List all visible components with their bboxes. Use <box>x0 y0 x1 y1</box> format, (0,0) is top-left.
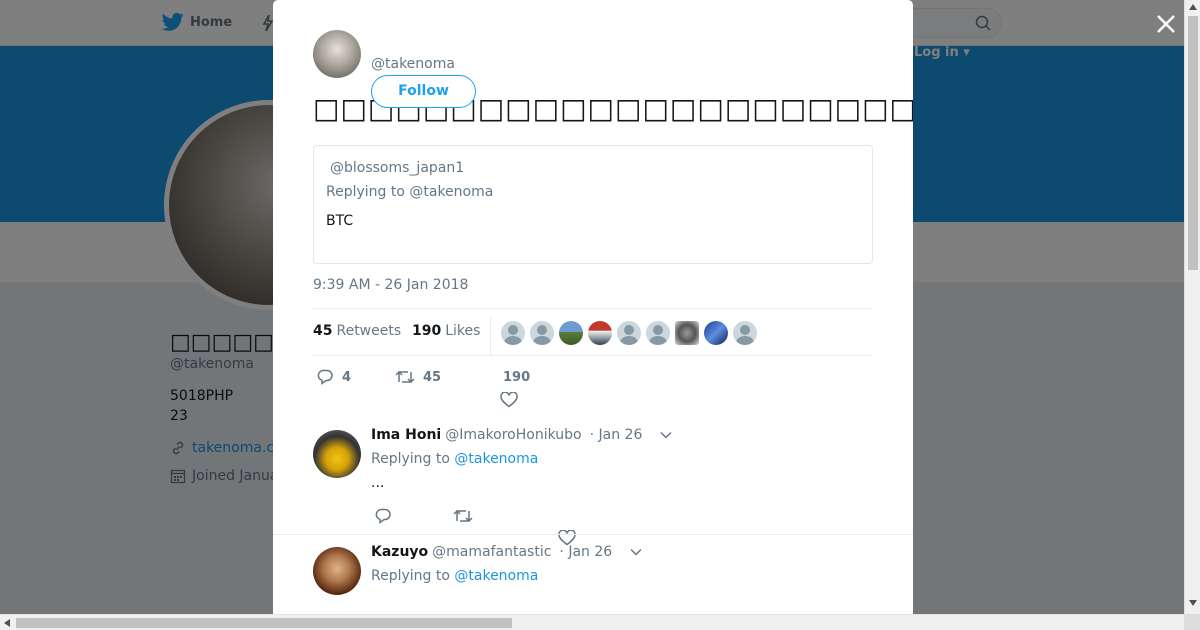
reply-avatar[interactable] <box>313 430 361 478</box>
reply-avatar[interactable] <box>313 547 361 595</box>
reply-author-username[interactable]: @mamafantastic <box>432 544 551 560</box>
quoted-tweet-text: BTC <box>326 213 354 229</box>
heart-icon[interactable] <box>500 392 518 408</box>
reply-replying-to: Replying to @takenoma <box>371 451 538 467</box>
retweet-icon <box>395 370 415 384</box>
retweets-count: 45 <box>313 323 333 339</box>
close-icon[interactable] <box>1154 12 1178 36</box>
reply-text: ... <box>371 475 385 491</box>
reply-replying-to: Replying to @takenoma <box>371 568 538 584</box>
scroll-up-arrow-icon[interactable] <box>1189 4 1197 10</box>
reply-header: Ima Honi @ImakoroHonikubo · Jan 26 <box>371 427 672 443</box>
liker-avatar[interactable] <box>617 321 641 345</box>
retweets-label: Retweets <box>336 323 402 339</box>
replying-to-link[interactable]: @takenoma <box>454 568 538 584</box>
likes-count: 190 <box>412 323 442 339</box>
liker-avatar[interactable] <box>704 321 728 345</box>
like-count[interactable]: 190 <box>503 370 530 385</box>
liker-avatar[interactable] <box>646 321 670 345</box>
quoted-tweet-handle: @blossoms_japan1 <box>330 160 465 176</box>
horizontal-scroll-thumb[interactable] <box>16 618 512 628</box>
likes-stat[interactable]: 190 Likes <box>412 323 480 339</box>
tweet-modal: @takenoma □□□□□□□□□□□□□□□□□□□□□□□□□□□□□□… <box>273 0 913 614</box>
retweet-count: 45 <box>423 369 442 385</box>
reply-action[interactable]: 4 <box>316 368 351 386</box>
replying-to-link[interactable]: @takenoma <box>454 451 538 467</box>
liker-avatar[interactable] <box>733 321 757 345</box>
vertical-scrollbar[interactable] <box>1184 0 1200 614</box>
follow-button[interactable]: Follow <box>371 75 476 108</box>
liker-avatars <box>501 321 757 345</box>
vertical-scroll-thumb[interactable] <box>1188 16 1198 270</box>
chevron-down-icon[interactable] <box>660 431 672 439</box>
chevron-down-icon[interactable] <box>630 548 642 556</box>
liker-avatar[interactable] <box>588 321 612 345</box>
tweet-author-avatar[interactable] <box>313 30 361 78</box>
replying-prefix: Replying to <box>371 568 450 584</box>
scroll-left-arrow-icon[interactable] <box>4 619 10 627</box>
likes-label: Likes <box>445 323 481 339</box>
reply-icon <box>317 369 333 385</box>
reply-time[interactable]: · Jan 26 <box>559 544 612 560</box>
retweets-stat[interactable]: 45 Retweets <box>313 323 401 339</box>
liker-avatar[interactable] <box>675 321 699 345</box>
reply-tweet[interactable]: Kazuyo @mamafantastic · Jan 26 Replying … <box>273 534 913 614</box>
reply-author-name[interactable]: Kazuyo <box>371 544 428 560</box>
tweet-actions: 4 45 190 <box>313 368 873 408</box>
quoted-tweet[interactable]: @blossoms_japan1 Replying to @takenoma B… <box>313 145 873 264</box>
reply-time[interactable]: · Jan 26 <box>590 427 643 443</box>
reply-count: 4 <box>342 369 352 385</box>
liker-avatar[interactable] <box>530 321 554 345</box>
tweet-author-handle[interactable]: @takenoma <box>371 56 455 72</box>
reply-icon[interactable] <box>374 507 392 525</box>
tweet-timestamp[interactable]: 9:39 AM - 26 Jan 2018 <box>313 277 468 293</box>
stats-divider <box>490 317 491 355</box>
reply-actions <box>371 507 671 546</box>
quoted-tweet-replying-to: Replying to @takenoma <box>326 184 494 200</box>
horizontal-scrollbar[interactable] <box>0 614 1200 630</box>
reply-header: Kazuyo @mamafantastic · Jan 26 <box>371 544 642 560</box>
tweet-stats: 45 Retweets 190 Likes <box>313 308 873 356</box>
scroll-down-arrow-icon[interactable] <box>1189 600 1197 606</box>
liker-avatar[interactable] <box>501 321 525 345</box>
liker-avatar[interactable] <box>559 321 583 345</box>
retweet-action[interactable]: 45 <box>395 368 441 386</box>
reply-author-username[interactable]: @ImakoroHonikubo <box>445 427 581 443</box>
retweet-icon[interactable] <box>453 507 473 525</box>
scrollbar-corner <box>1184 614 1200 630</box>
reply-tweet[interactable]: Ima Honi @ImakoroHonikubo · Jan 26 Reply… <box>273 420 913 546</box>
reply-author-name[interactable]: Ima Honi <box>371 427 441 443</box>
replying-prefix: Replying to <box>371 451 450 467</box>
